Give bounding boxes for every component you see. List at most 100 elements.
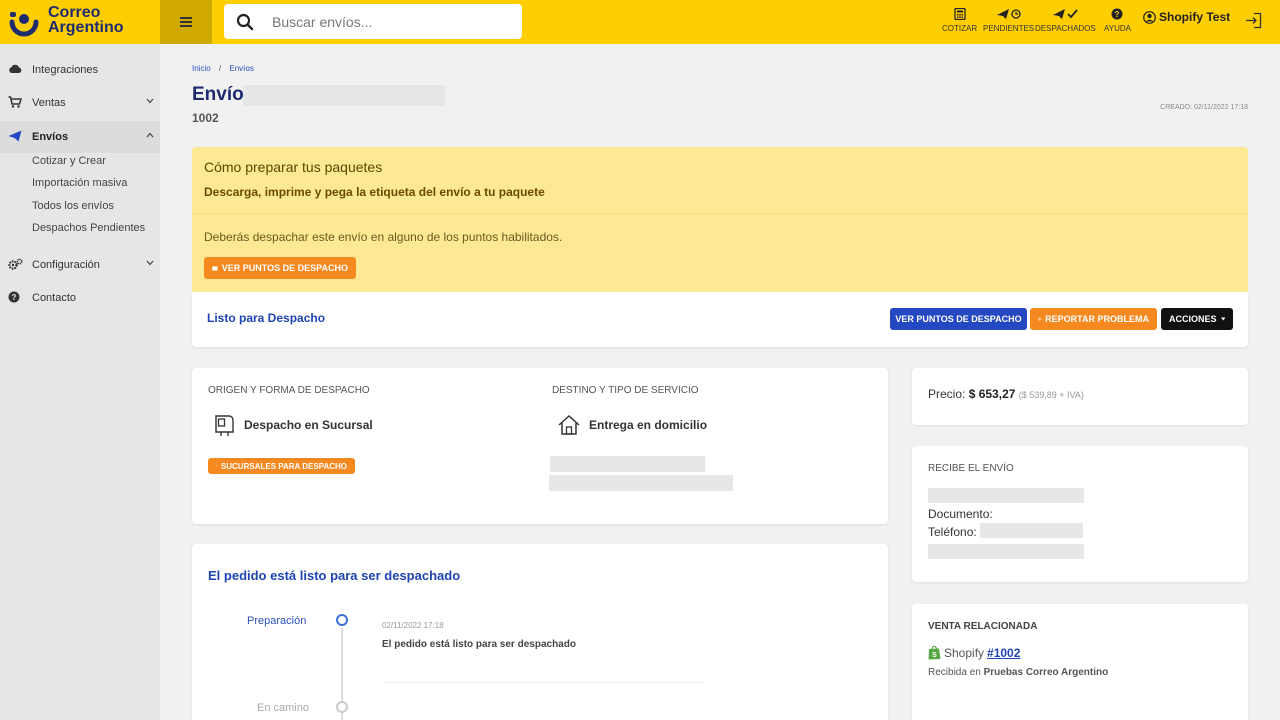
branches-button[interactable]: SUCURSALES PARA DESPACHO xyxy=(208,458,355,474)
timeline-step-en-camino: En camino xyxy=(257,702,309,714)
search-input[interactable] xyxy=(272,4,512,39)
actions-dropdown-button[interactable]: ACCIONES xyxy=(1161,308,1233,330)
receiver-telefono: Teléfono: xyxy=(928,525,977,539)
nav-pendientes-label: PENDIENTES xyxy=(983,24,1035,33)
destination-method: Entrega en domicilio xyxy=(557,413,707,437)
shipping-card: ORIGEN Y FORMA DE DESPACHO Despacho en S… xyxy=(192,368,888,524)
brand-line-2: Argentino xyxy=(48,19,124,36)
cart-icon xyxy=(8,96,22,108)
svg-text:?: ? xyxy=(1115,10,1120,19)
status-card: Listo para Despacho VER PUNTOS DE DESPAC… xyxy=(192,292,1248,347)
chevron-down-icon xyxy=(146,260,154,266)
caret-down-icon xyxy=(1220,317,1225,321)
banner-divider xyxy=(192,213,1248,214)
brand-line-1: Correo xyxy=(48,4,101,21)
instructions-banner: Cómo preparar tus paquetes Descarga, imp… xyxy=(192,147,1248,292)
timeline-step-desc: El pedido está listo para ser despachado xyxy=(382,639,576,650)
origin-method-label: Despacho en Sucursal xyxy=(244,418,373,432)
banner-points-label: VER PUNTOS DE DESPACHO xyxy=(221,263,348,273)
user-name: Shopify Test xyxy=(1159,10,1231,24)
logout-icon[interactable] xyxy=(1245,12,1262,29)
sale-heading: VENTA RELACIONADA xyxy=(928,621,1038,632)
page-title: Envío xyxy=(192,84,244,105)
nav-ayuda-label: AYUDA xyxy=(1104,24,1131,33)
receiver-documento: Documento: xyxy=(928,507,993,521)
redacted-email xyxy=(928,544,1084,559)
sidebar-label: Configuración xyxy=(32,259,100,271)
price-detail: ($ 539,89 + IVA) xyxy=(1018,390,1084,400)
user-menu[interactable]: Shopify Test xyxy=(1143,10,1230,24)
actions-label: ACCIONES xyxy=(1169,314,1217,324)
sale-received: Recibida en Pruebas Correo Argentino xyxy=(928,667,1108,678)
breadcrumb: Inicio / Envíos xyxy=(192,64,254,73)
shopify-bag-icon: S xyxy=(928,645,941,660)
sale-order: S Shopify #1002 xyxy=(928,645,1020,660)
redacted-address-1 xyxy=(550,456,705,472)
sidebar-item-envios[interactable]: Envíos xyxy=(0,121,160,153)
map-icon xyxy=(212,265,218,271)
sidebar-sub-todos[interactable]: Todos los envíos xyxy=(32,200,114,212)
nav-cotizar[interactable]: COTIZAR xyxy=(942,8,977,33)
sidebar-sub-despachos[interactable]: Despachos Pendientes xyxy=(32,222,145,234)
home-icon xyxy=(558,414,580,435)
redacted-address-2 xyxy=(549,475,733,491)
breadcrumb-separator: / xyxy=(218,64,222,73)
created-date: CREADO: 02/11/2022 17:18 xyxy=(1160,104,1248,111)
top-bar: Correo Argentino COTIZAR PENDIENTES xyxy=(0,0,1280,44)
sidebar-item-configuracion[interactable]: Configuración xyxy=(0,249,160,281)
sidebar-item-integraciones[interactable]: Integraciones xyxy=(0,54,160,86)
report-problem-button[interactable]: REPORTAR PROBLEMA xyxy=(1030,308,1157,330)
banner-text: Deberás despachar este envío en alguno d… xyxy=(204,230,563,244)
send-icon xyxy=(8,130,22,142)
breadcrumb-current-link[interactable]: Envíos xyxy=(229,64,253,73)
timeline-step-preparacion: Preparación xyxy=(247,615,307,627)
gears-icon xyxy=(8,258,23,270)
destination-method-label: Entrega en domicilio xyxy=(589,418,708,432)
sidebar-item-ventas[interactable]: Ventas xyxy=(0,87,160,119)
sidebar-label: Contacto xyxy=(32,292,77,304)
price-card: Precio: $ 653,27 ($ 539,89 + IVA) xyxy=(912,368,1248,425)
timeline-card: El pedido está listo para ser despachado… xyxy=(192,544,888,720)
main-content: Inicio / Envíos Envío 1002 CREADO: 02/11… xyxy=(160,44,1280,720)
nav-despachados-label: DESPACHADOS xyxy=(1035,24,1096,33)
timeline-divider xyxy=(382,682,704,683)
banner-subtitle: Descarga, imprime y pega la etiqueta del… xyxy=(204,185,545,199)
brand-name: Correo Argentino xyxy=(48,4,124,36)
svg-text:S: S xyxy=(932,652,937,659)
calculator-icon xyxy=(953,8,966,20)
banner-points-button[interactable]: VER PUNTOS DE DESPACHO xyxy=(204,257,356,279)
nav-despachados[interactable]: DESPACHADOS xyxy=(1035,8,1096,33)
help-icon: ? xyxy=(8,291,20,303)
sidebar-label: Integraciones xyxy=(32,64,99,76)
menu-toggle-button[interactable] xyxy=(160,0,212,44)
price-label: Precio: xyxy=(928,387,966,401)
hamburger-icon xyxy=(180,17,192,27)
related-sale-card: VENTA RELACIONADA S Shopify #1002 Recibi… xyxy=(912,604,1248,720)
cloud-icon xyxy=(9,64,22,73)
nav-cotizar-label: COTIZAR xyxy=(942,24,978,33)
search-icon xyxy=(236,13,254,31)
order-id: 1002 xyxy=(192,111,219,125)
lifebuoy-icon xyxy=(1038,317,1042,321)
sidebar-item-contacto[interactable]: ? Contacto xyxy=(0,282,160,314)
origin-heading: ORIGEN Y FORMA DE DESPACHO xyxy=(208,385,370,396)
nav-pendientes[interactable]: PENDIENTES xyxy=(983,8,1034,33)
view-points-button[interactable]: VER PUNTOS DE DESPACHO xyxy=(890,308,1027,330)
destination-heading: DESTINO Y TIPO DE SERVICIO xyxy=(552,385,699,396)
search-box xyxy=(224,4,522,39)
breadcrumb-home-link[interactable]: Inicio xyxy=(192,64,211,73)
brand[interactable]: Correo Argentino xyxy=(0,0,160,44)
branches-label: SUCURSALES PARA DESPACHO xyxy=(220,461,347,471)
sidebar-sub-importacion[interactable]: Importación masiva xyxy=(32,177,127,189)
chevron-up-icon xyxy=(146,132,154,138)
timeline-dot-pending xyxy=(336,701,348,713)
receiver-card: RECIBE EL ENVÍO Documento: Teléfono: xyxy=(912,446,1248,582)
nav-ayuda[interactable]: ? AYUDA xyxy=(1104,8,1131,33)
redacted-phone xyxy=(980,523,1083,538)
sale-order-link[interactable]: #1002 xyxy=(987,646,1020,660)
user-icon xyxy=(1143,10,1156,24)
sale-store: Pruebas Correo Argentino xyxy=(983,667,1109,678)
sidebar-sub-cotizar[interactable]: Cotizar y Crear xyxy=(32,155,106,167)
status-label: Listo para Despacho xyxy=(207,311,326,325)
help-icon: ? xyxy=(1111,8,1123,20)
